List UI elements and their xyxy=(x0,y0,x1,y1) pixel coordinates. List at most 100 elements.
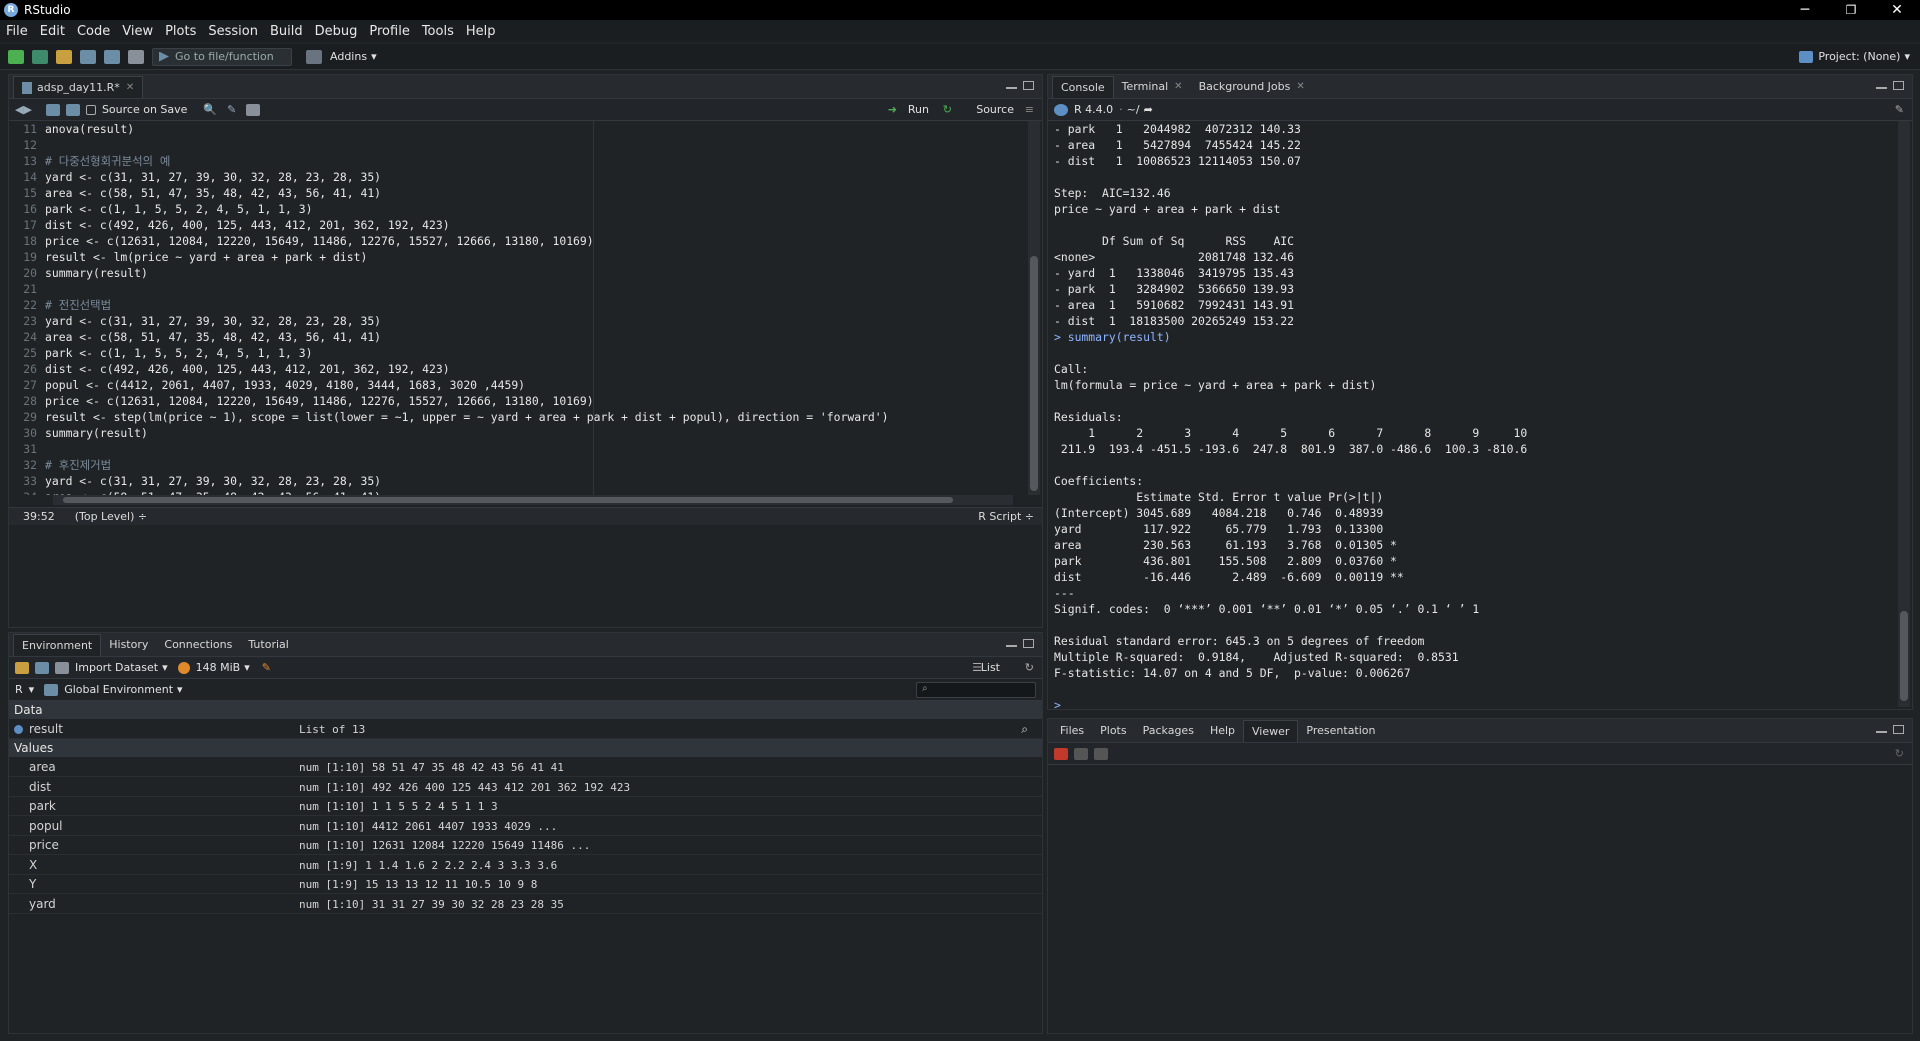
tab-presentation[interactable]: Presentation xyxy=(1298,720,1383,742)
menu-tools[interactable]: Tools xyxy=(422,24,454,39)
tab-environment[interactable]: Environment xyxy=(13,634,102,656)
print-icon[interactable] xyxy=(128,49,144,64)
expand-icon[interactable] xyxy=(14,725,23,734)
minimize-button[interactable]: ─ xyxy=(1782,0,1828,20)
code-line[interactable]: 31 xyxy=(9,441,1024,457)
close-tab-icon[interactable]: ✕ xyxy=(126,77,134,99)
workspace-panes-icon[interactable] xyxy=(306,49,322,64)
code-line[interactable]: 33 yard <- c(31, 31, 27, 39, 30, 32, 28, … xyxy=(9,473,1024,489)
close-button[interactable]: ✕ xyxy=(1874,0,1920,20)
rerun-icon[interactable]: ↻ xyxy=(943,103,952,116)
env-value-row[interactable]: dist num [1:10] 492 426 400 125 443 412 2… xyxy=(9,778,1042,797)
env-value-row[interactable]: popul num [1:10] 4412 2061 4407 1933 4029… xyxy=(9,817,1042,836)
tab-plots[interactable]: Plots xyxy=(1092,720,1134,742)
code-line[interactable]: 28 price <- c(12631, 12084, 12220, 15649,… xyxy=(9,393,1024,409)
close-tab-icon[interactable]: ✕ xyxy=(1296,76,1304,98)
tab-history[interactable]: History xyxy=(101,634,156,656)
code-line[interactable]: 12 xyxy=(9,137,1024,153)
scope-selector[interactable]: (Top Level) ÷ xyxy=(75,510,147,523)
back-arrow-icon[interactable]: ◀ xyxy=(15,103,23,116)
clear-viewer-icon[interactable] xyxy=(1074,747,1088,760)
menu-view[interactable]: View xyxy=(122,24,153,39)
maximize-button[interactable]: ❐ xyxy=(1828,0,1874,20)
maximize-pane-icon[interactable] xyxy=(1893,725,1904,734)
memory-usage[interactable]: 148 MiB xyxy=(196,661,241,674)
maximize-pane-icon[interactable] xyxy=(1023,639,1034,648)
addins-dropdown[interactable]: Addins xyxy=(330,50,367,63)
code-line[interactable]: 25 park <- c(1, 1, 5, 5, 2, 4, 5, 1, 1, 3… xyxy=(9,345,1024,361)
open-file-icon[interactable] xyxy=(56,49,72,64)
refresh-icon[interactable]: ↻ xyxy=(1025,661,1034,674)
save-all-icon[interactable] xyxy=(104,49,120,64)
code-line[interactable]: 15 area <- c(58, 51, 47, 35, 48, 42, 43, … xyxy=(9,185,1024,201)
save-icon[interactable] xyxy=(65,103,80,116)
menu-build[interactable]: Build xyxy=(270,24,303,39)
scope-dropdown[interactable]: Global Environment xyxy=(64,683,173,696)
code-line[interactable]: 19 result <- lm(price ~ yard + area + par… xyxy=(9,249,1024,265)
environment-search-input[interactable]: ⌕ xyxy=(916,681,1036,698)
show-in-window-icon[interactable] xyxy=(45,103,60,116)
menu-code[interactable]: Code xyxy=(77,24,110,39)
forward-arrow-icon[interactable]: ▶ xyxy=(23,103,31,116)
new-project-icon[interactable] xyxy=(32,49,48,64)
save-workspace-icon[interactable] xyxy=(35,661,49,674)
view-mode-dropdown[interactable]: List xyxy=(981,661,1000,674)
tab-console[interactable]: Console xyxy=(1052,76,1114,98)
menu-plots[interactable]: Plots xyxy=(165,24,196,39)
import-dataset-button[interactable]: Import Dataset xyxy=(75,661,158,674)
source-button[interactable]: Source xyxy=(976,103,1014,116)
minimize-pane-icon[interactable] xyxy=(1876,81,1887,89)
code-line[interactable]: 32 # 후진제거법 xyxy=(9,457,1024,473)
tab-tutorial[interactable]: Tutorial xyxy=(240,634,296,656)
scroll-thumb[interactable] xyxy=(1900,611,1908,701)
magnifier-icon[interactable]: ⌕ xyxy=(1021,720,1028,739)
run-button[interactable]: Run xyxy=(908,103,929,116)
refresh-icon[interactable]: ↻ xyxy=(1895,747,1904,760)
minimize-pane-icon[interactable] xyxy=(1006,81,1017,89)
broom-icon[interactable]: ✎ xyxy=(262,661,271,674)
env-data-row[interactable]: result List of 13 ⌕ xyxy=(9,720,1042,739)
project-menu[interactable]: Project: (None) ▾ xyxy=(1799,50,1910,63)
code-line[interactable]: 16 park <- c(1, 1, 5, 5, 2, 4, 5, 1, 1, 3… xyxy=(9,201,1024,217)
code-line[interactable]: 18 price <- c(12631, 12084, 12220, 15649,… xyxy=(9,233,1024,249)
scroll-thumb[interactable] xyxy=(1030,256,1038,491)
maximize-pane-icon[interactable] xyxy=(1023,81,1034,90)
env-value-row[interactable]: Ynum [1:9] 15 13 13 12 11 10.5 10 9 8 xyxy=(9,875,1042,894)
export-icon[interactable] xyxy=(1094,747,1108,760)
code-line[interactable]: 26 dist <- c(492, 426, 400, 125, 443, 412… xyxy=(9,361,1024,377)
tab-packages[interactable]: Packages xyxy=(1135,720,1202,742)
tab-files[interactable]: Files xyxy=(1052,720,1092,742)
scroll-thumb[interactable] xyxy=(63,497,953,503)
maximize-pane-icon[interactable] xyxy=(1893,81,1904,90)
tab-background-jobs[interactable]: Background Jobs ✕ xyxy=(1191,76,1313,98)
new-file-icon[interactable] xyxy=(8,49,24,64)
menu-debug[interactable]: Debug xyxy=(315,24,358,39)
source-on-save-checkbox[interactable] xyxy=(85,104,96,115)
editor-hscroll[interactable] xyxy=(53,495,1013,505)
minimize-pane-icon[interactable] xyxy=(1006,639,1017,647)
menu-edit[interactable]: Edit xyxy=(40,24,65,39)
code-line[interactable]: 23 yard <- c(31, 31, 27, 39, 30, 32, 28, … xyxy=(9,313,1024,329)
code-line[interactable]: 21 xyxy=(9,281,1024,297)
menu-help[interactable]: Help xyxy=(466,24,496,39)
code-line[interactable]: 14 yard <- c(31, 31, 27, 39, 30, 32, 28, … xyxy=(9,169,1024,185)
editor-vscroll[interactable] xyxy=(1028,121,1040,495)
remove-viewer-icon[interactable] xyxy=(1054,747,1068,760)
env-value-row[interactable]: price num [1:10] 12631 12084 12220 15649 … xyxy=(9,836,1042,855)
menu-session[interactable]: Session xyxy=(208,24,258,39)
go-to-file-input[interactable]: Go to file/function xyxy=(152,47,292,66)
code-line[interactable]: 30 summary(result) xyxy=(9,425,1024,441)
working-directory[interactable]: ~/ xyxy=(1127,103,1140,116)
code-line[interactable]: 17 dist <- c(492, 426, 400, 125, 443, 412… xyxy=(9,217,1024,233)
save-icon[interactable] xyxy=(80,49,96,64)
env-value-row[interactable]: area num [1:10] 58 51 47 35 48 42 43 56 4… xyxy=(9,758,1042,777)
go-to-directory-icon[interactable]: ➦ xyxy=(1144,103,1153,116)
outline-icon[interactable]: ≡ xyxy=(1025,103,1034,116)
code-line[interactable]: 24 area <- c(58, 51, 47, 35, 48, 42, 43, … xyxy=(9,329,1024,345)
env-value-row[interactable]: yard num [1:10] 31 31 27 39 30 32 28 23 2… xyxy=(9,895,1042,914)
document-outline-icon[interactable] xyxy=(246,103,261,116)
tab-adsp-day11[interactable]: adsp_day11.R* ✕ xyxy=(13,76,144,99)
env-value-row[interactable]: park num [1:10] 1 1 5 5 2 4 5 1 1 3 xyxy=(9,797,1042,816)
tab-help[interactable]: Help xyxy=(1202,720,1243,742)
code-line[interactable]: 13 # 다중선형회귀분석의 예 xyxy=(9,153,1024,169)
